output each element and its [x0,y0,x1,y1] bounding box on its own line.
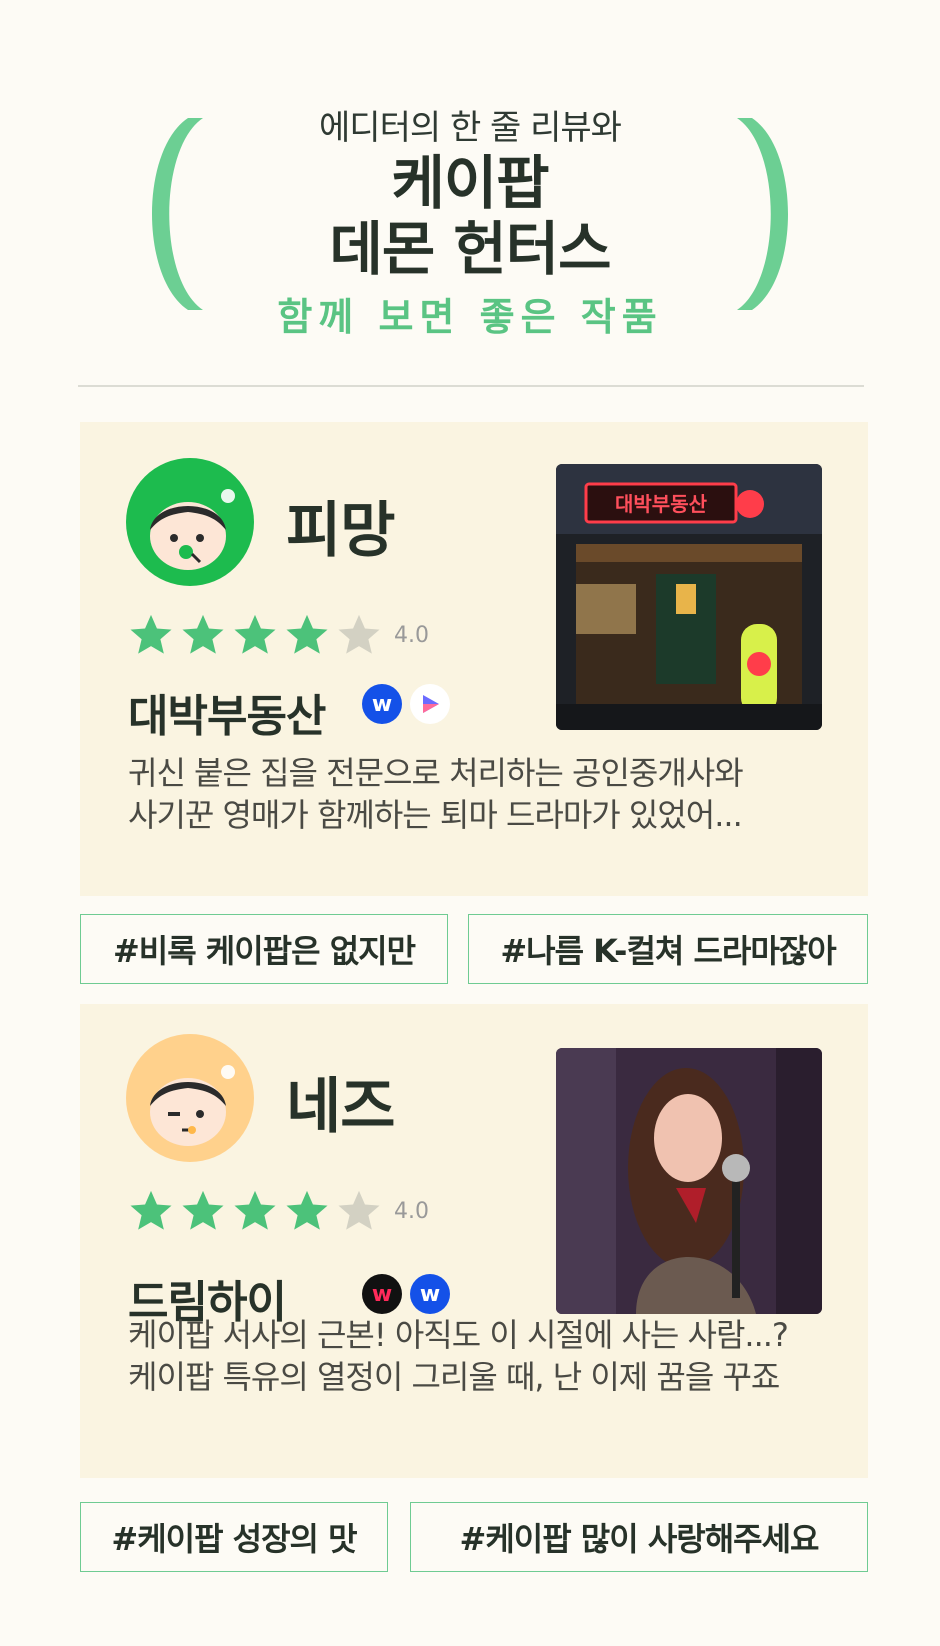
wavve-w-icon[interactable]: w [362,684,402,724]
hashtag-chip[interactable]: #케이팝 성장의 맛 [80,1502,388,1572]
review-line: 케이팝 특유의 열정이 그리울 때, 난 이제 꿈을 꾸죠 [128,1358,780,1396]
star-filled-icon [182,1190,224,1230]
svg-text:대박부동산: 대박부동산 [615,492,708,516]
divider [78,385,864,387]
review-text: 케이팝 서사의 근본! 아직도 이 시절에 사는 사람...? 케이팝 특유의 … [128,1314,848,1398]
poster-image: 대박부동산 [556,464,822,730]
star-filled-icon [234,614,276,654]
editor-name: 피망 [286,496,395,566]
star-filled-icon [130,614,172,654]
header-kicker: 에디터의 한 줄 리뷰와 [319,108,622,148]
star-filled-icon [286,1190,328,1230]
star-filled-icon [182,614,224,654]
green-face-avatar-icon [126,458,254,586]
review-card: 피망 4.0 대박부동산 w 대박부동산 귀신 붙은 집을 전문으로 처리하는 … [80,422,868,896]
star-filled-icon [130,1190,172,1230]
page-title: 케이팝 데몬 헌터스 [200,150,740,282]
hashtag-chip[interactable]: #케이팝 많이 사랑해주세요 [410,1502,868,1572]
page-subtitle: 함께 보면 좋은 작품 [277,295,663,339]
review-line: 사기꾼 영매가 함께하는 퇴마 드라마가 있었어... [128,796,743,834]
review-line: 귀신 붙은 집을 전문으로 처리하는 공인중개사와 [128,754,744,792]
star-filled-icon [234,1190,276,1230]
wavve-icon[interactable]: w [362,1274,402,1314]
page-title-line2: 데몬 헌터스 [329,215,612,283]
review-text: 귀신 붙은 집을 전문으로 처리하는 공인중개사와 사기꾼 영매가 함께하는 퇴… [128,752,848,836]
w-icon[interactable]: w [410,1274,450,1314]
star-empty-icon [338,1190,380,1230]
orange-face-avatar-icon [126,1034,254,1162]
play-triangle-icon[interactable] [410,684,450,724]
star-empty-icon [338,614,380,654]
poster-image [556,1048,822,1314]
header: 에디터의 한 줄 리뷰와 케이팝 데몬 헌터스 함께 보면 좋은 작품 [0,0,940,360]
editor-name: 네즈 [286,1072,395,1142]
star-filled-icon [286,614,328,654]
work-title: 대박부동산 [128,691,326,742]
review-line: 케이팝 서사의 근본! 아직도 이 시절에 사는 사람...? [128,1316,789,1354]
hashtag-chip[interactable]: #나름 K-컬쳐 드라마잖아 [468,914,868,984]
rating-value: 4.0 [394,622,429,648]
hashtag-chip[interactable]: #비록 케이팝은 없지만 [80,914,448,984]
star-rating: 4.0 [128,612,429,658]
star-rating: 4.0 [128,1188,429,1234]
page-title-line1: 케이팝 [391,149,549,217]
review-card: 네즈 4.0 드림하이 w w 케이팝 서사의 근본! 아직도 이 시절에 사는… [80,1004,868,1478]
rating-value: 4.0 [394,1198,429,1224]
